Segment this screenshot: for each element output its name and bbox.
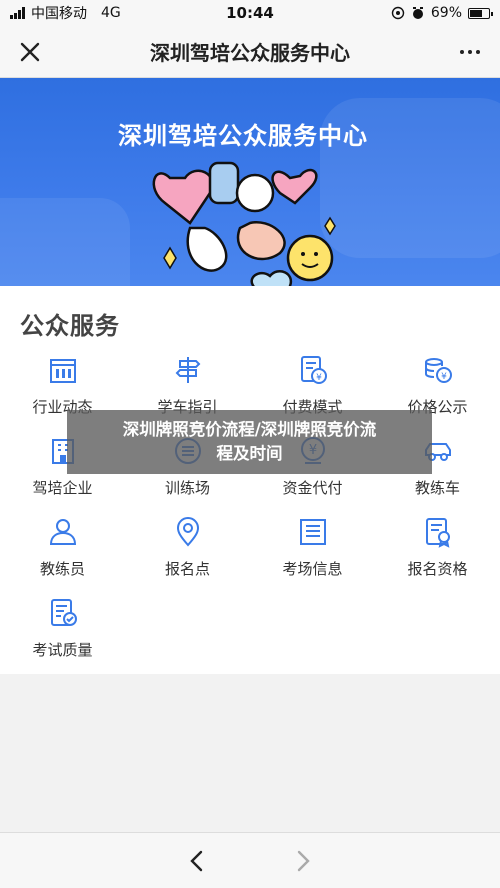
more-dot-icon — [468, 49, 472, 54]
signal-icon — [10, 7, 25, 19]
overlay-caption-line: 深圳牌照竞价流程/深圳牌照竞价流 — [122, 420, 377, 439]
page-title: 深圳驾培公众服务中心 — [150, 41, 350, 65]
browser-bottom-bar — [0, 832, 500, 888]
more-dot-icon — [476, 49, 480, 54]
building-icon — [45, 352, 81, 388]
service-label: 资金代付 — [282, 479, 343, 497]
section-title: 公众服务 — [20, 312, 120, 340]
service-label: 驾培企业 — [32, 479, 93, 497]
service-label: 教练员 — [39, 560, 85, 578]
service-label: 考场信息 — [282, 560, 343, 578]
signpost-icon — [170, 352, 206, 388]
person-icon — [45, 514, 81, 550]
service-item-registration-qualification[interactable]: 报名资格 — [375, 508, 500, 589]
overlay-caption: 深圳牌照竞价流程/深圳牌照竞价流 程及时间 — [67, 410, 432, 474]
service-item-registration-point[interactable]: 报名点 — [125, 508, 250, 589]
status-time: 10:44 — [226, 4, 274, 22]
back-button[interactable] — [189, 850, 205, 872]
sticker-illustration — [152, 161, 336, 286]
service-item-coach[interactable]: 教练员 — [0, 508, 125, 589]
service-item-exam-quality[interactable]: 考试质量 — [0, 589, 125, 670]
list-document-icon — [295, 514, 331, 550]
payment-document-icon: ¥ — [295, 352, 331, 388]
banner[interactable]: 深圳驾培公众服务中心 — [0, 78, 500, 286]
service-label: 教练车 — [414, 479, 460, 497]
close-icon — [20, 42, 40, 61]
service-label: 报名点 — [164, 560, 210, 578]
service-item-exam-info[interactable]: 考场信息 — [250, 508, 375, 589]
close-button[interactable] — [0, 26, 60, 78]
price-coins-icon: ¥ — [420, 352, 456, 388]
location-icon — [391, 6, 405, 20]
svg-text:¥: ¥ — [316, 373, 322, 383]
services-panel: 公众服务 行业动态 学车指引 ¥ 付费模式 ¥ 价格公示 驾培企业 训练场 资金… — [0, 286, 500, 674]
more-dot-icon — [460, 49, 464, 54]
network-label: 4G — [101, 5, 121, 21]
certificate-icon — [420, 514, 456, 550]
service-label: 考试质量 — [32, 641, 93, 659]
services-grid: 行业动态 学车指引 ¥ 付费模式 ¥ 价格公示 驾培企业 训练场 资金代付 教练… — [0, 346, 500, 670]
svg-text:¥: ¥ — [441, 372, 447, 382]
overlay-caption-line: 程及时间 — [216, 444, 283, 463]
banner-background-shape — [0, 198, 130, 286]
battery-icon — [468, 7, 493, 19]
forward-button[interactable] — [295, 850, 311, 872]
more-button[interactable] — [440, 26, 500, 78]
checklist-icon — [45, 595, 81, 631]
chevron-left-icon — [190, 850, 203, 871]
carrier-label: 中国移动 — [31, 6, 87, 22]
service-label: 训练场 — [164, 479, 210, 497]
banner-title: 深圳驾培公众服务中心 — [118, 122, 368, 150]
battery-percent: 69% — [430, 5, 462, 21]
chevron-right-icon — [297, 850, 310, 871]
service-label: 报名资格 — [407, 560, 468, 578]
status-bar: 中国移动 4G 10:44 69% — [0, 0, 500, 26]
nav-bar: 深圳驾培公众服务中心 — [0, 26, 500, 78]
alarm-icon — [412, 7, 423, 19]
location-pin-icon — [170, 514, 206, 550]
